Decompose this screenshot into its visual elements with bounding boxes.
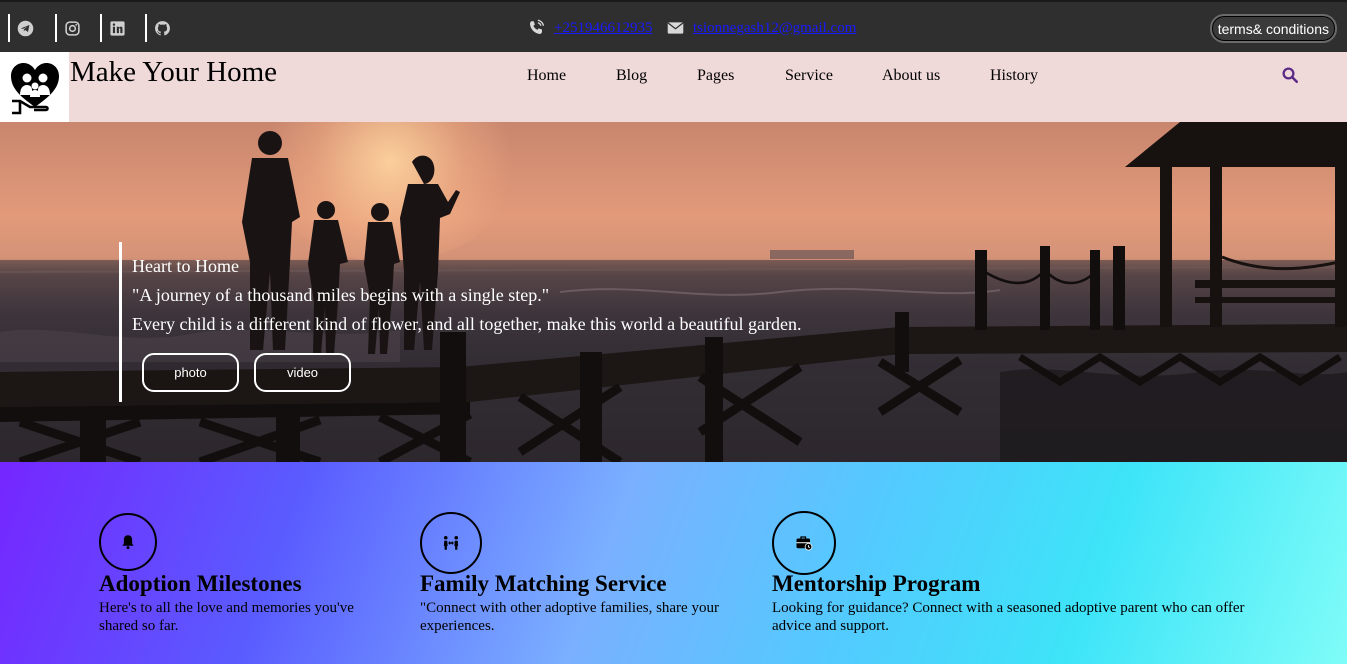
envelope-icon <box>667 22 684 34</box>
hero-accent-bar <box>119 242 122 402</box>
hero-quote: "A journey of a thousand miles begins wi… <box>132 285 550 305</box>
hero-subtitle: Every child is a different kind of flowe… <box>132 314 802 334</box>
nav-history[interactable]: History <box>990 67 1038 85</box>
people-arrows-icon <box>443 535 459 550</box>
linkedin-link[interactable] <box>100 14 132 42</box>
feature-icon-circle <box>420 512 482 574</box>
telegram-link[interactable] <box>8 14 40 42</box>
phone-container: +251946612935 <box>554 18 652 38</box>
video-button[interactable]: video <box>254 353 351 392</box>
feature-description: Looking for guidance? Connect with a sea… <box>772 600 1245 634</box>
nav-about-us[interactable]: About us <box>882 67 940 85</box>
briefcase-clock-icon <box>796 536 813 551</box>
hero-tagline: Heart to Home <box>132 256 239 276</box>
github-link[interactable] <box>145 14 177 42</box>
feature-description: Here's to all the love and memories you'… <box>99 600 354 634</box>
instagram-icon <box>64 20 80 36</box>
feature-description: "Connect with other adoptive families, s… <box>420 600 719 634</box>
feature-title: Mentorship Program <box>772 571 981 596</box>
top-bar: +251946612935 tsionnegash12@gmail.com te… <box>0 0 1347 52</box>
linkedin-icon <box>109 20 125 36</box>
site-title: Make Your Home <box>70 56 278 88</box>
feature-icon-circle <box>99 513 157 571</box>
heart-family-logo-icon <box>10 63 59 115</box>
photo-button[interactable]: photo <box>142 353 239 392</box>
instagram-link[interactable] <box>55 14 87 42</box>
bell-icon <box>122 535 134 550</box>
feature-title: Adoption Milestones <box>99 571 302 596</box>
github-icon <box>154 20 170 35</box>
email-container: tsionnegash12@gmail.com <box>693 18 856 38</box>
nav-pages[interactable]: Pages <box>697 67 734 85</box>
feature-title: Family Matching Service <box>420 571 667 596</box>
phone-volume-icon <box>530 19 545 34</box>
hero-banner: Heart to Home "A journey of a thousand m… <box>0 122 1347 462</box>
nav-home[interactable]: Home <box>527 67 566 85</box>
search-icon <box>1282 67 1299 84</box>
search-button[interactable] <box>1281 66 1301 86</box>
nav-blog[interactable]: Blog <box>616 67 647 85</box>
phone-link[interactable]: +251946612935 <box>554 20 652 37</box>
site-header: Make Your Home Home Blog Pages Service A… <box>0 52 1347 122</box>
email-contact <box>667 18 684 38</box>
feature-icon-circle <box>772 511 836 575</box>
terms-button[interactable]: terms& conditions <box>1209 14 1337 43</box>
site-logo[interactable] <box>0 52 69 122</box>
phone-contact <box>527 18 545 38</box>
email-link[interactable]: tsionnegash12@gmail.com <box>693 20 856 37</box>
telegram-icon <box>17 20 33 36</box>
features-section: Adoption Milestones Here's to all the lo… <box>0 462 1347 664</box>
nav-service[interactable]: Service <box>785 67 833 85</box>
